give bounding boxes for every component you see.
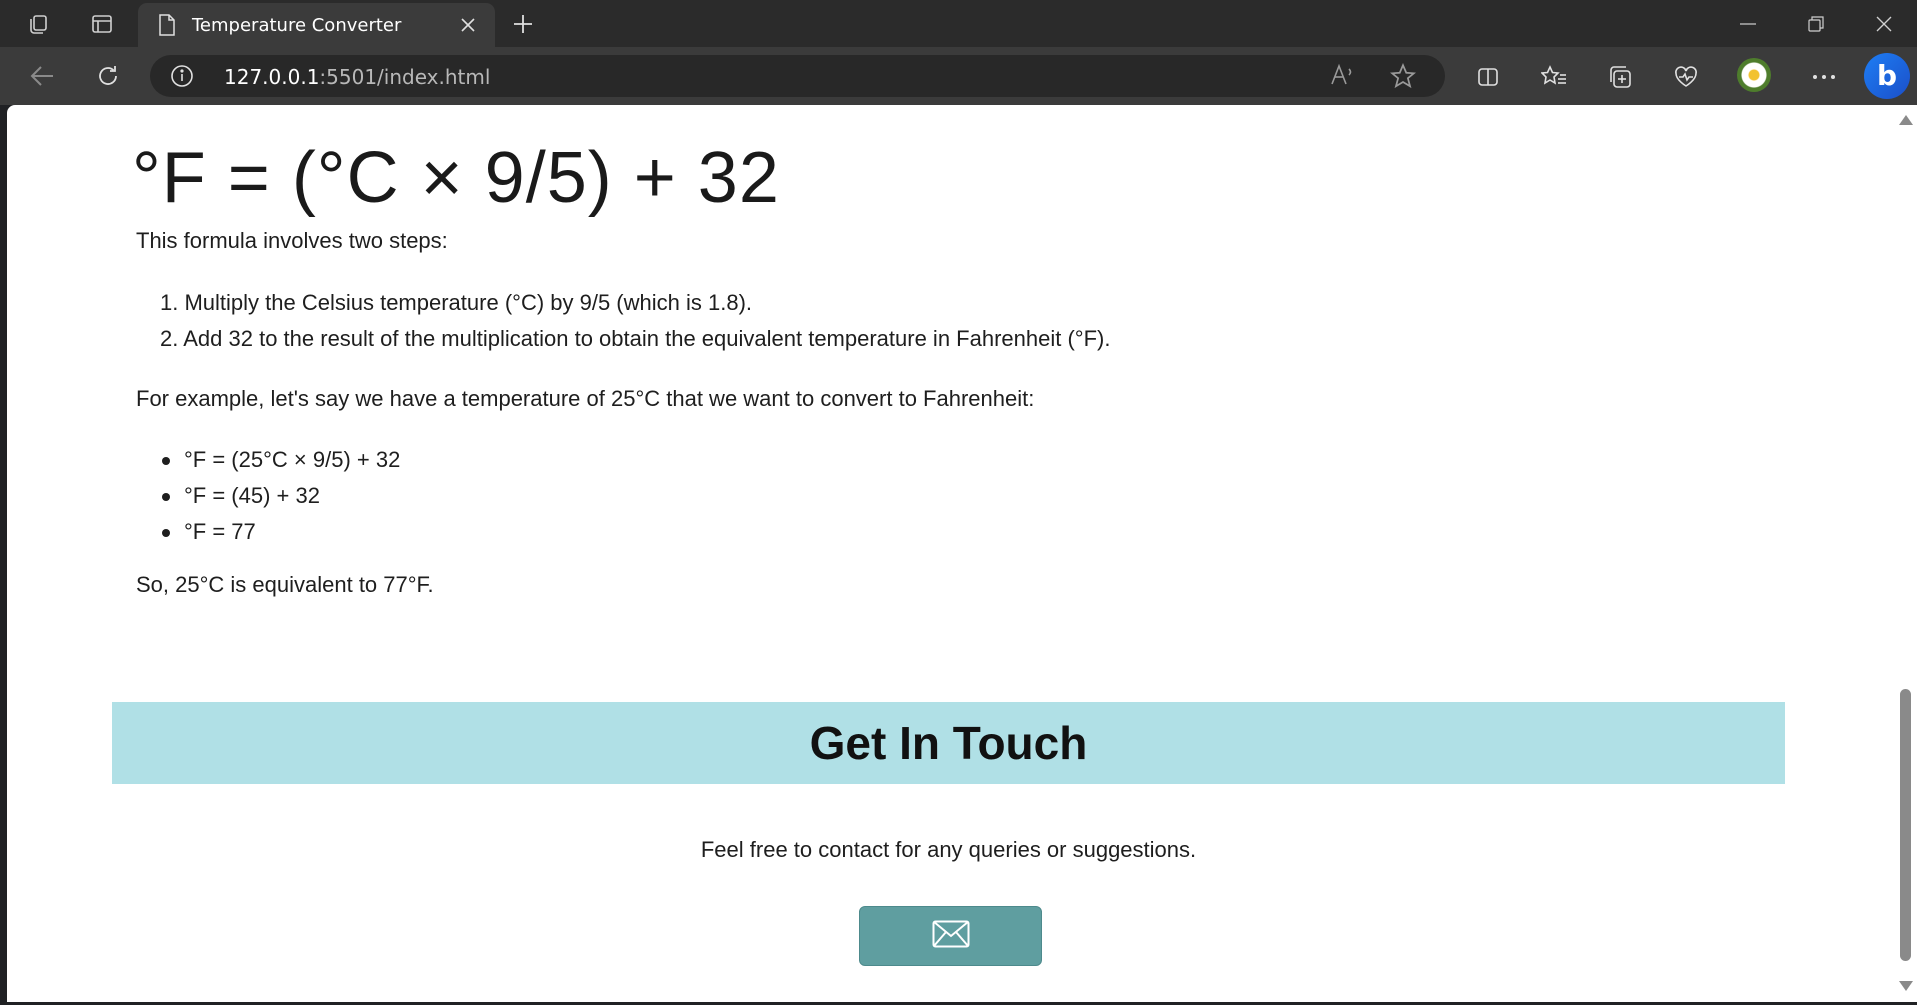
url-host: 127.0.0.1 (224, 65, 320, 89)
split-screen-icon[interactable] (1470, 59, 1506, 95)
refresh-icon[interactable] (89, 58, 127, 94)
url-text[interactable]: 127.0.0.1:5501/index.html (224, 65, 490, 89)
list-item: °F = (25°C × 9/5) + 32 (160, 442, 400, 478)
close-icon[interactable] (456, 13, 480, 37)
steps-list: 1. Multiply the Celsius temperature (°C)… (160, 285, 1110, 357)
page-icon (158, 14, 176, 40)
list-item: °F = (45) + 32 (160, 478, 400, 514)
collections-icon[interactable] (1602, 59, 1638, 95)
profile-avatar[interactable] (1737, 58, 1771, 92)
scroll-down-icon[interactable] (1899, 981, 1913, 991)
browser-tab-bar: Temperature Converter (0, 0, 1917, 47)
scroll-up-icon[interactable] (1899, 115, 1913, 125)
tab-title: Temperature Converter (192, 15, 402, 36)
minimize-icon[interactable] (1715, 0, 1781, 47)
address-bar[interactable]: 127.0.0.1:5501/index.html (150, 55, 1445, 97)
page-scrollbar[interactable] (1895, 105, 1917, 1002)
workspaces-icon[interactable] (22, 8, 54, 40)
favorite-star-icon[interactable] (1389, 62, 1417, 93)
plus-icon[interactable] (507, 8, 539, 40)
favorites-icon[interactable] (1536, 59, 1572, 95)
info-icon[interactable] (170, 64, 194, 92)
back-icon[interactable] (23, 58, 61, 94)
tab-temperature-converter[interactable]: Temperature Converter (138, 3, 495, 47)
url-path: :5501/index.html (319, 65, 491, 89)
browser-essentials-icon[interactable] (1668, 59, 1704, 95)
tab-actions-icon[interactable] (86, 8, 118, 40)
copilot-icon[interactable]: b (1864, 53, 1910, 99)
formula-heading: °F = (°C × 9/5) + 32 (132, 138, 780, 218)
contact-heading: Get In Touch (809, 717, 1088, 769)
list-item: °F = 77 (160, 514, 400, 550)
window-close-icon[interactable] (1851, 0, 1917, 47)
list-item: 1. Multiply the Celsius temperature (°C)… (160, 290, 753, 315)
list-item: 2. Add 32 to the result of the multiplic… (160, 326, 1111, 351)
contact-text: Feel free to contact for any queries or … (700, 837, 1197, 862)
more-icon[interactable] (1806, 59, 1842, 95)
browser-toolbar: 127.0.0.1:5501/index.html b (0, 47, 1917, 105)
scrollbar-thumb[interactable] (1900, 689, 1911, 961)
formula-intro: This formula involves two steps: (136, 228, 448, 253)
restore-icon[interactable] (1783, 0, 1849, 47)
example-intro: For example, let's say we have a tempera… (136, 386, 1035, 411)
envelope-icon (932, 920, 970, 952)
read-aloud-icon[interactable] (1330, 63, 1356, 91)
page-viewport: °F = (°C × 9/5) + 32 This formula involv… (7, 105, 1895, 1002)
conclusion-text: So, 25°C is equivalent to 77°F. (136, 572, 434, 597)
email-button[interactable] (859, 906, 1042, 966)
example-list: °F = (25°C × 9/5) + 32 °F = (45) + 32 °F… (160, 442, 400, 550)
contact-heading-band: Get In Touch (112, 702, 1785, 784)
